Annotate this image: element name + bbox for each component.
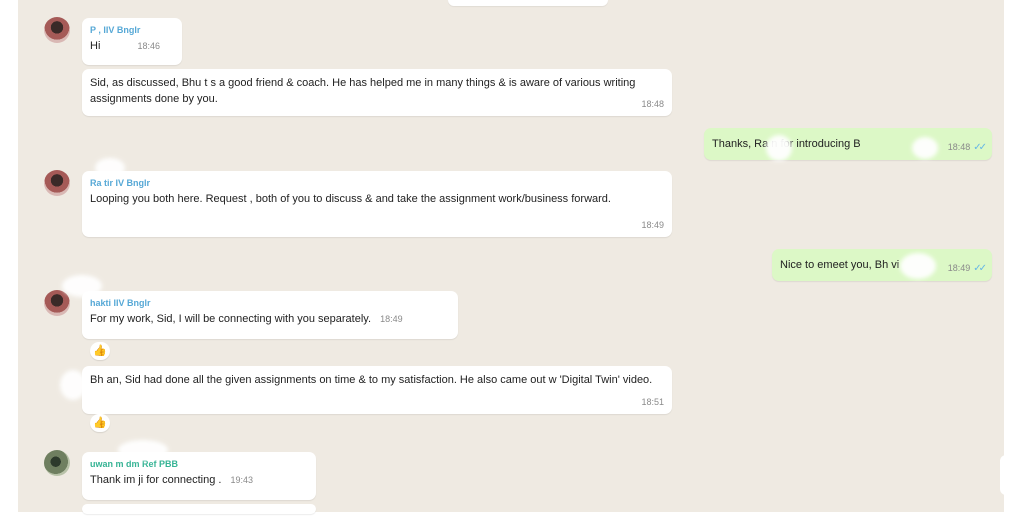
redaction-blur: [62, 275, 102, 297]
message-text: Bh an, Sid had done all the given assign…: [90, 374, 653, 386]
incoming-message-bubble: Bh an, Sid had done all the given assign…: [82, 366, 672, 414]
message-time: 18:51: [641, 397, 664, 407]
sender-avatar[interactable]: [44, 450, 70, 476]
redaction-blur: [95, 158, 125, 178]
double-check-icon: ✓✓: [973, 142, 987, 153]
scroll-handle[interactable]: [1000, 455, 1012, 495]
message-time: 18:49: [641, 220, 664, 230]
sender-avatar[interactable]: [44, 17, 70, 43]
message-time: 18:46: [137, 41, 160, 51]
previous-message-bubble-edge: [448, 0, 608, 6]
redaction-blur: [60, 370, 86, 400]
incoming-message-bubble: Ra tir IV Bnglr Looping you both here. R…: [82, 171, 672, 237]
message-text: For my work, Sid, I will be connecting w…: [90, 313, 372, 325]
sender-name[interactable]: uwan m dm Ref PBB: [90, 458, 308, 470]
message-text: Hi: [90, 40, 101, 52]
message-time-and-status: 18:48 ✓✓: [947, 139, 987, 156]
incoming-message-bubble: P , IIV Bnglr Hi 18:46: [82, 18, 182, 65]
redaction-blur: [912, 137, 938, 159]
message-time: 18:49: [947, 263, 971, 273]
incoming-message-bubble: [82, 504, 316, 514]
message-text: Nice to emeet you, Bh vi: [780, 259, 900, 271]
message-reaction[interactable]: 👍: [90, 342, 110, 360]
sender-name[interactable]: P , IIV Bnglr: [90, 24, 174, 36]
message-time-and-status: 18:49 ✓✓: [947, 260, 987, 277]
message-time: 18:49: [380, 314, 403, 324]
sender-name[interactable]: hakti IIV Bnglr: [90, 297, 450, 309]
message-time: 18:48: [947, 142, 971, 152]
incoming-message-bubble: hakti IIV Bnglr For my work, Sid, I will…: [82, 291, 458, 339]
incoming-message-bubble: Sid, as discussed, Bhu t s a good friend…: [82, 69, 672, 116]
message-reaction[interactable]: 👍: [90, 414, 110, 432]
message-text: Sid, as discussed, Bhu t s a good friend…: [90, 77, 636, 105]
sender-name[interactable]: Ra tir IV Bnglr: [90, 177, 664, 189]
message-text: Thank im ji for connecting .: [90, 474, 222, 486]
sender-avatar[interactable]: [44, 170, 70, 196]
outgoing-message-bubble: Thanks, Ra n for introducing B 18:48✓✓: [704, 128, 992, 160]
redaction-blur: [766, 135, 792, 161]
redaction-blur: [900, 253, 936, 279]
incoming-message-bubble: uwan m dm Ref PBB Thank im ji for connec…: [82, 452, 316, 500]
message-time: 18:48: [641, 99, 664, 109]
sender-avatar[interactable]: [44, 290, 70, 316]
outgoing-message-bubble: Nice to emeet you, Bh vi 18:49 ✓✓: [772, 249, 992, 281]
message-text: Looping you both here. Request , both of…: [90, 193, 611, 205]
message-time: 19:43: [230, 475, 254, 485]
redaction-blur: [118, 440, 168, 460]
double-check-icon: ✓✓: [973, 263, 987, 274]
